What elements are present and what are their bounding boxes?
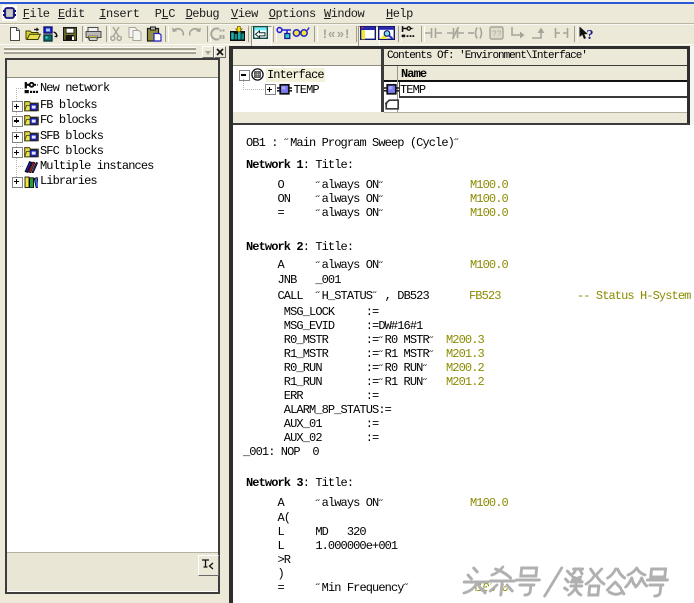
svg-text:?: ?	[587, 28, 594, 42]
svg-text:??: ??	[492, 30, 502, 39]
